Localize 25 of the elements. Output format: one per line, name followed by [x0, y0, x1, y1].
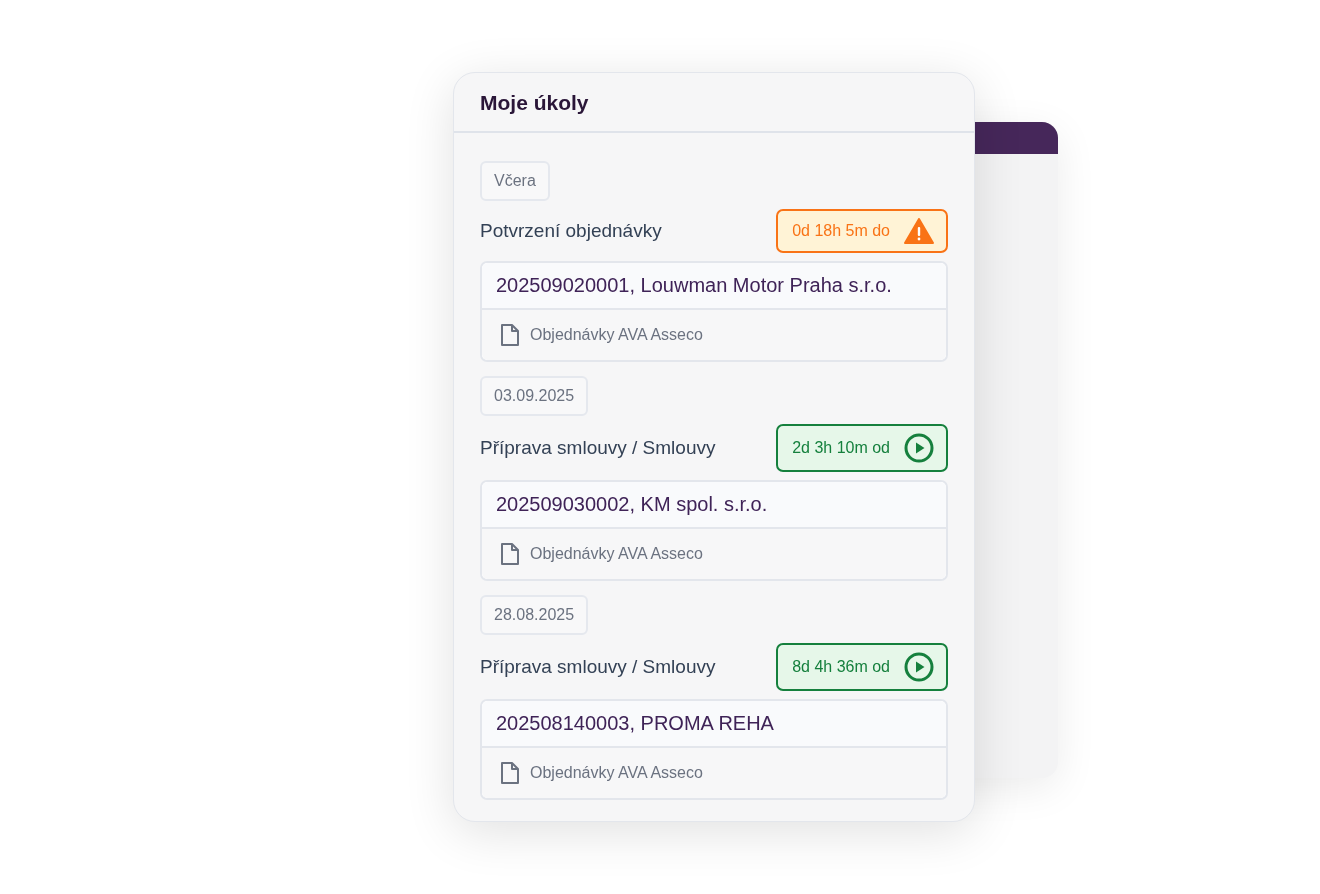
task-title[interactable]: Příprava smlouvy / Smlouvy	[480, 656, 716, 678]
date-label: 28.08.2025	[480, 595, 589, 635]
source-label: Objednávky AVA Asseco	[530, 764, 703, 782]
document-icon	[500, 323, 520, 347]
task-title[interactable]: Potvrzení objednávky	[480, 220, 662, 242]
document-icon	[500, 542, 520, 566]
date-label: Včera	[480, 161, 550, 201]
record-card[interactable]: 202508140003, PROMA REHA Objednávky AVA Asseco	[480, 699, 948, 800]
source-label: Objednávky AVA Asseco	[530, 326, 703, 344]
play-icon	[904, 652, 934, 682]
warning-icon	[904, 218, 934, 244]
timer-badge: 8d 4h 36m od	[776, 643, 948, 691]
panel-title: Moje úkoly	[480, 91, 590, 115]
record-name: 202508140003, PROMA REHA	[482, 701, 946, 748]
date-label: 03.09.2025	[480, 376, 589, 416]
timer-badge: 2d 3h 10m od	[776, 424, 948, 472]
record-name: 202509030002, KM spol. s.r.o.	[482, 482, 946, 529]
record-card[interactable]: 202509030002, KM spol. s.r.o. Objednávky AVA Asseco	[480, 480, 948, 581]
record-card[interactable]: 202509020001, Louwman Motor Praha s.r.o. Objednávky AVA Asseco	[480, 261, 948, 362]
task-title[interactable]: Příprava smlouvy / Smlouvy	[480, 437, 716, 459]
play-icon	[904, 433, 934, 463]
record-name: 202509020001, Louwman Motor Praha s.r.o.	[482, 263, 946, 310]
timer-badge: 0d 18h 5m do	[776, 209, 948, 253]
source-label: Objednávky AVA Asseco	[530, 545, 703, 563]
document-icon	[500, 761, 520, 785]
